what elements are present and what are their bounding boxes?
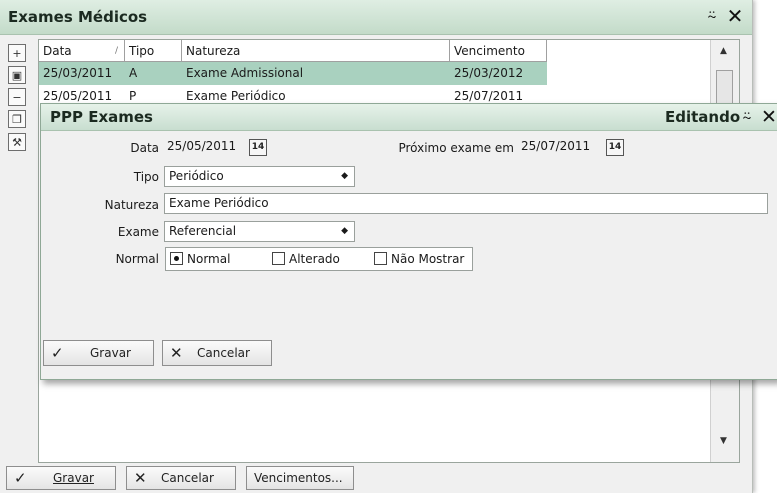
close-icon[interactable]: ✕ xyxy=(759,107,777,127)
cross-icon: ✕ xyxy=(170,344,183,362)
data-label: Data xyxy=(130,141,159,155)
proximo-exame-field[interactable]: 25/07/2011 xyxy=(517,137,601,158)
calendar-icon[interactable]: 14 xyxy=(606,139,624,156)
ppp-exames-dialog: PPP Exames Editando ⍨ ✕ Data 25/05/2011 … xyxy=(40,103,777,380)
proximo-exame-label: Próximo exame em xyxy=(398,141,514,155)
pin-icon[interactable]: ⍨ xyxy=(702,6,722,26)
cell-data: 25/03/2011 xyxy=(43,66,113,80)
normal-label: Normal xyxy=(115,252,159,266)
cross-icon: ✕ xyxy=(134,469,147,487)
calendar-icon[interactable]: 14 xyxy=(249,139,267,156)
updown-arrow-icon: ◆ xyxy=(341,171,348,181)
natureza-field[interactable]: Exame Periódico xyxy=(164,193,768,214)
radio-unchecked-icon xyxy=(272,252,285,265)
remove-icon[interactable]: − xyxy=(8,88,26,106)
natureza-label: Natureza xyxy=(104,198,159,212)
dialog-status: Editando xyxy=(665,108,741,126)
cell-vencimento: 25/03/2012 xyxy=(454,66,524,80)
column-header-vencimento[interactable]: Vencimento xyxy=(450,40,547,62)
scroll-up-icon[interactable]: ▲ xyxy=(720,46,727,56)
radio-checked-icon xyxy=(170,252,183,265)
exame-select[interactable]: Referencial ◆ xyxy=(164,221,355,242)
dialog-cancelar-button[interactable]: ✕ Cancelar xyxy=(162,340,272,366)
cancelar-button[interactable]: ✕ Cancelar xyxy=(126,466,236,490)
cell-natureza: Exame Admissional xyxy=(186,66,304,80)
column-header-data[interactable]: Data / xyxy=(39,40,125,62)
table-row[interactable]: 25/03/2011 A Exame Admissional 25/03/201… xyxy=(39,62,547,85)
window-title-bar: Exames Médicos ⍨ ✕ xyxy=(0,0,752,35)
window-title: Exames Médicos xyxy=(8,8,148,26)
cell-tipo: A xyxy=(129,66,138,80)
normal-radio-group: Normal Alterado Não Mostrar xyxy=(165,247,473,271)
gravar-button[interactable]: ✓ Gravar xyxy=(6,466,116,490)
tools-icon[interactable]: ⚒ xyxy=(8,133,26,151)
exame-label: Exame xyxy=(117,225,159,239)
close-icon[interactable]: ✕ xyxy=(725,6,745,26)
dialog-title: PPP Exames xyxy=(50,108,153,126)
column-header-tipo[interactable]: Tipo xyxy=(125,40,182,62)
dialog-gravar-button[interactable]: ✓ Gravar xyxy=(43,340,154,366)
tipo-label: Tipo xyxy=(133,170,159,184)
check-icon: ✓ xyxy=(14,469,27,487)
sort-indicator-icon: / xyxy=(115,46,119,56)
dialog-title-bar: PPP Exames Editando ⍨ ✕ xyxy=(41,104,777,131)
scroll-thumb[interactable] xyxy=(716,70,733,106)
tipo-select[interactable]: Periódico ◆ xyxy=(164,166,355,187)
copy-icon[interactable]: ❐ xyxy=(8,110,26,128)
edit-icon[interactable]: ▣ xyxy=(8,66,26,84)
vencimentos-button[interactable]: Vencimentos... xyxy=(246,466,354,490)
pin-icon[interactable]: ⍨ xyxy=(737,107,757,127)
column-header-natureza[interactable]: Natureza xyxy=(182,40,450,62)
scroll-down-icon[interactable]: ▼ xyxy=(720,436,727,446)
add-icon[interactable]: + xyxy=(8,44,26,62)
updown-arrow-icon: ◆ xyxy=(341,226,348,236)
check-icon: ✓ xyxy=(51,344,64,362)
radio-unchecked-icon xyxy=(374,252,387,265)
data-field[interactable]: 25/05/2011 xyxy=(163,137,247,158)
